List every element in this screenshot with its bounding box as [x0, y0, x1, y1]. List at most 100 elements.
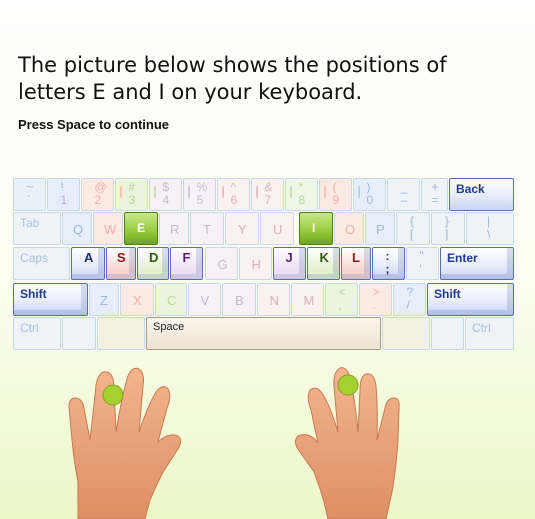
- key-group-separator: [222, 186, 224, 198]
- key-z-label: Z: [100, 293, 108, 308]
- key-semi-top: :: [385, 249, 390, 263]
- key-a[interactable]: A: [71, 247, 105, 280]
- key-l-label: L: [352, 250, 360, 265]
- key-b[interactable]: B: [222, 283, 256, 316]
- key-g[interactable]: G: [205, 247, 238, 280]
- key-minus-top: _: [400, 180, 408, 194]
- key-k[interactable]: K: [307, 247, 340, 280]
- key-l[interactable]: L: [341, 247, 371, 280]
- key-altR[interactable]: [382, 317, 430, 350]
- key-shiftR[interactable]: Shift: [427, 283, 514, 316]
- key-t-label: T: [203, 222, 211, 237]
- key-b-label: B: [235, 293, 244, 308]
- key-comma[interactable]: <,: [325, 283, 358, 316]
- key-slash-top: ?: [406, 285, 414, 299]
- key-2[interactable]: @2: [81, 178, 114, 211]
- key-0-bottom: 0: [366, 193, 374, 207]
- key-minus-bottom: –: [400, 193, 408, 207]
- key-e[interactable]: E: [124, 212, 158, 245]
- key-quote-bottom: ': [419, 262, 422, 276]
- key-rbrace[interactable]: }]: [431, 212, 465, 245]
- key-pipe[interactable]: | \: [466, 212, 514, 245]
- key-f-label: F: [182, 250, 191, 265]
- key-5-bottom: 5: [196, 193, 204, 207]
- key-caps[interactable]: Caps: [13, 247, 70, 280]
- key-r[interactable]: R: [159, 212, 189, 245]
- key-z[interactable]: Z: [89, 283, 119, 316]
- key-altL[interactable]: [97, 317, 145, 350]
- key-5-top: %: [196, 180, 208, 194]
- key-lbrace-bottom: [: [410, 227, 414, 241]
- key-menu[interactable]: [431, 317, 464, 350]
- key-f[interactable]: F: [170, 247, 203, 280]
- key-n-label: N: [269, 293, 279, 308]
- key-space[interactable]: Space: [146, 317, 381, 350]
- key-n[interactable]: N: [257, 283, 290, 316]
- key-semi[interactable]: :;: [372, 247, 405, 280]
- key-m[interactable]: M: [291, 283, 324, 316]
- key-c-label: C: [167, 293, 177, 308]
- key-period[interactable]: >.: [359, 283, 392, 316]
- key-x[interactable]: X: [120, 283, 154, 316]
- key-p[interactable]: P: [365, 212, 395, 245]
- key-8-bottom: 8: [298, 193, 306, 207]
- key-d-label: D: [149, 250, 159, 265]
- key-g-label: G: [217, 257, 228, 272]
- key-p-label: P: [376, 222, 385, 237]
- key-tilde[interactable]: ~ `: [13, 178, 46, 211]
- key-group-separator: [120, 186, 122, 198]
- key-s-label: S: [117, 250, 126, 265]
- key-tilde-top: ~: [26, 180, 34, 194]
- key-y[interactable]: Y: [225, 212, 259, 245]
- key-i[interactable]: I: [299, 212, 333, 245]
- key-t[interactable]: T: [190, 212, 224, 245]
- key-period-top: >: [372, 285, 380, 299]
- key-w[interactable]: W: [93, 212, 123, 245]
- key-win[interactable]: [62, 317, 96, 350]
- key-slash-bottom: /: [406, 298, 410, 312]
- key-enter-label: Enter: [447, 251, 478, 265]
- key-lbrace-top: {: [410, 214, 415, 228]
- key-4-bottom: 4: [162, 193, 170, 207]
- key-6-top: ^: [230, 180, 237, 194]
- key-tab[interactable]: Tab: [13, 212, 61, 245]
- key-c[interactable]: C: [155, 283, 187, 316]
- key-enter[interactable]: Enter: [440, 247, 514, 280]
- key-w-label: W: [104, 222, 117, 237]
- key-shiftL[interactable]: Shift: [13, 283, 88, 316]
- key-minus[interactable]: _ –: [387, 178, 420, 211]
- key-pipe-top: |: [487, 214, 491, 228]
- key-quote[interactable]: " ': [406, 247, 439, 280]
- key-caps-label: Caps: [20, 251, 49, 265]
- left-fingertip-marker: [102, 384, 124, 406]
- key-rbrace-bottom: ]: [445, 227, 449, 241]
- key-equal-top: +: [431, 180, 439, 194]
- key-rbrace-top: }: [445, 214, 450, 228]
- key-h[interactable]: H: [239, 247, 272, 280]
- key-s[interactable]: S: [106, 247, 136, 280]
- key-j[interactable]: J: [273, 247, 306, 280]
- key-1-bottom: 1: [60, 193, 68, 207]
- key-group-separator: [324, 186, 326, 198]
- key-v[interactable]: V: [188, 283, 221, 316]
- key-7-top: &: [264, 180, 273, 194]
- key-o[interactable]: O: [334, 212, 364, 245]
- key-d[interactable]: D: [137, 247, 169, 280]
- key-k-label: K: [319, 250, 329, 265]
- key-space-label: Space: [153, 321, 185, 333]
- key-u[interactable]: U: [260, 212, 294, 245]
- key-lbrace[interactable]: {[: [396, 212, 430, 245]
- key-quote-top: ": [419, 249, 424, 263]
- key-ctrlR[interactable]: Ctrl: [465, 317, 514, 350]
- key-q[interactable]: Q: [62, 212, 92, 245]
- key-pipe-bottom: \: [487, 227, 491, 241]
- key-back[interactable]: Back: [449, 178, 514, 211]
- key-equal[interactable]: + =: [421, 178, 448, 211]
- key-1[interactable]: ! 1: [47, 178, 80, 211]
- key-slash[interactable]: ? /: [393, 283, 426, 316]
- key-2-top: @: [94, 180, 107, 194]
- key-tilde-bottom: `: [26, 193, 31, 207]
- key-ctrlL[interactable]: Ctrl: [13, 317, 61, 350]
- key-group-separator: [358, 186, 360, 198]
- key-o-label: O: [345, 222, 356, 237]
